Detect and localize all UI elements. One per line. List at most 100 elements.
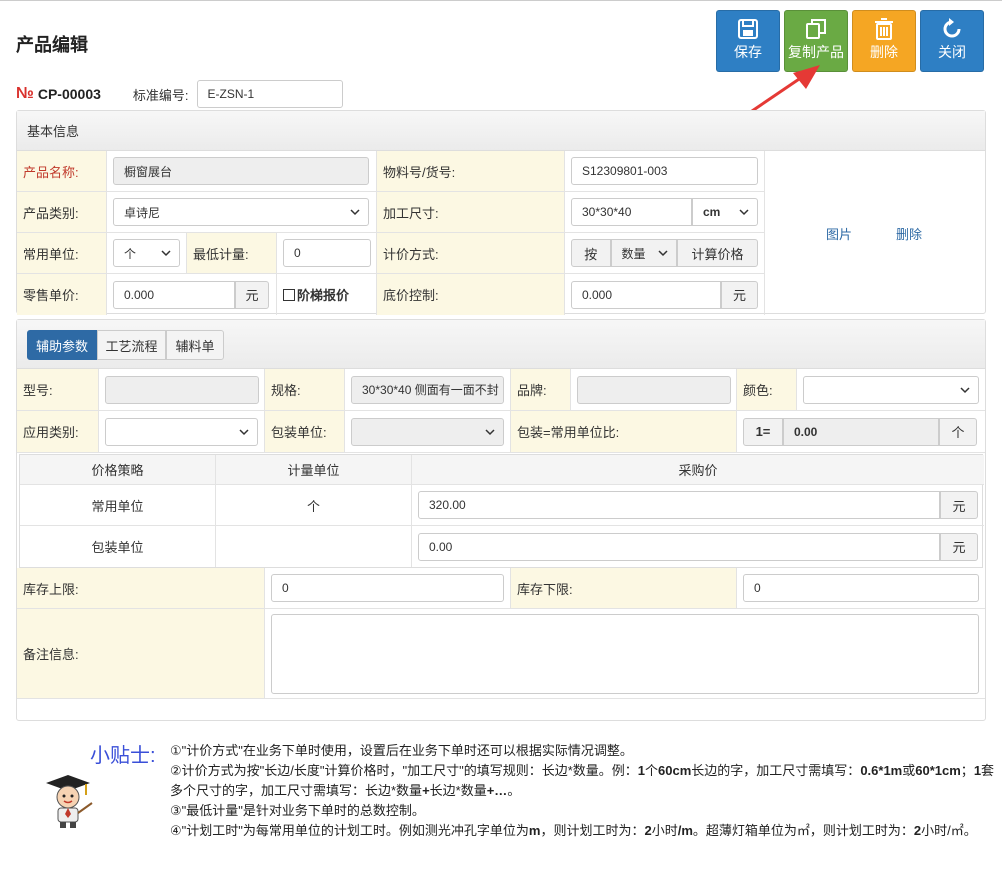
tip-text: 60cm: [658, 763, 692, 778]
refresh-icon: [943, 18, 961, 38]
tip-text: +…: [486, 783, 508, 798]
model-label: 型号:: [23, 383, 53, 398]
app-category-label: 应用类别:: [23, 425, 79, 440]
table-row-unit: 个: [216, 485, 412, 526]
save-label: 保存: [734, 44, 762, 60]
image-link[interactable]: 图片: [826, 224, 852, 243]
trash-icon: [875, 18, 893, 40]
color-select[interactable]: [803, 375, 979, 404]
ladder-label: 阶梯报价: [297, 288, 350, 303]
basic-info-panel: 基本信息 产品名称: 橱窗展台 物料号/货号: 产品类别: 卓诗尼 加工尺寸: …: [16, 110, 986, 315]
pack-ratio-prefix: 1=: [743, 417, 783, 446]
tip-text: ；: [960, 763, 974, 778]
retail-price-input[interactable]: [113, 280, 235, 309]
tip-text: 。超薄灯箱单位为㎡，则计划工时为：: [692, 823, 914, 838]
chevron-down-icon: [658, 250, 668, 257]
material-label: 物料号/货号:: [383, 164, 456, 180]
size-input[interactable]: [571, 198, 692, 226]
unit-select[interactable]: 个: [113, 239, 180, 267]
ladder-quote-checkbox-row[interactable]: 阶梯报价: [277, 274, 377, 315]
tab-bar: 辅助参数 工艺流程 辅料单: [17, 320, 985, 369]
price-table-header-unit: 计量单位: [216, 455, 412, 485]
price-table-header-price: 采购价: [412, 455, 984, 485]
spec-field[interactable]: 30*30*40 侧面有一面不封: [351, 375, 504, 404]
brand-label: 品牌:: [517, 383, 547, 398]
aux-panel: 辅助参数 工艺流程 辅料单 型号: 规格: 30*30*40 侧面有一面不封 品…: [16, 319, 986, 721]
product-number-row: № CP-00003 标准编号:: [16, 79, 343, 109]
teacher-mascot-icon: [46, 775, 93, 828]
stock-lower-label: 库存下限:: [517, 581, 573, 597]
tab-process[interactable]: 工艺流程: [97, 330, 166, 360]
pack-purchase-price-input[interactable]: [418, 532, 940, 561]
size-label: 加工尺寸:: [383, 205, 439, 221]
category-label: 产品类别:: [23, 205, 79, 221]
chevron-down-icon: [350, 209, 360, 216]
floor-price-input[interactable]: [571, 280, 721, 309]
retail-label: 零售单价:: [23, 288, 79, 303]
purchase-price-input[interactable]: [418, 491, 940, 519]
tips-title: 小贴士:: [90, 745, 156, 767]
purchase-currency: 元: [940, 491, 978, 519]
pricing-label: 计价方式:: [383, 246, 439, 262]
tip-text: 2: [644, 823, 652, 838]
page-title: 产品编辑: [16, 35, 88, 55]
close-label: 关闭: [938, 44, 966, 60]
product-number: CP-00003: [37, 86, 101, 102]
delete-button[interactable]: 删除: [852, 10, 916, 72]
product-name-label: 产品名称:: [23, 164, 79, 180]
tip-text: 1: [637, 763, 646, 778]
table-row-strategy: 常用单位: [20, 485, 216, 526]
delete-image-link[interactable]: 删除: [896, 224, 922, 243]
pack-unit-select[interactable]: [351, 417, 504, 446]
table-row-unit: [216, 526, 412, 567]
tip-line-4: ④"计划工时"为每常用单位的计划工时。例如测光冲孔字单位为m，则计划工时为：2小…: [170, 821, 995, 841]
calc-price-button[interactable]: 计算价格: [676, 239, 758, 267]
category-select[interactable]: 卓诗尼: [113, 198, 369, 226]
tip-text: 小时: [651, 823, 678, 838]
tip-line-1: ①"计价方式"在业务下单时使用，设置后在业务下单时还可以根据实际情况调整。: [170, 743, 633, 758]
table-row-strategy: 包装单位: [20, 526, 216, 567]
size-unit-value: cm: [703, 205, 721, 219]
pack-ratio-field[interactable]: 0.00: [783, 417, 939, 446]
pricing-mode-select[interactable]: 数量: [610, 239, 677, 267]
size-unit-select[interactable]: cm: [692, 198, 758, 226]
chevron-down-icon: [960, 386, 970, 393]
pricing-mode-value: 数量: [621, 246, 646, 261]
price-table: 价格策略 计量单位 采购价 常用单位 个 元 包装单位 元: [19, 454, 984, 568]
brand-input[interactable]: [577, 375, 731, 404]
std-number-label: 标准编号:: [132, 87, 189, 103]
price-table-header-strategy: 价格策略: [20, 455, 216, 485]
tip-text: 小时/㎡。: [921, 823, 977, 838]
tip-line-2: ②计价方式为按"长边/长度"计算价格时，"加工尺寸"的填写规则：长边*数量。例：…: [170, 761, 995, 801]
tip-line-3: ③"最低计量"是针对业务下单时的总数控制。: [170, 803, 425, 818]
floor-label: 底价控制:: [383, 288, 439, 303]
min-qty-label: 最低计量:: [193, 246, 249, 262]
min-qty-input[interactable]: [283, 239, 371, 267]
app-category-select[interactable]: [105, 417, 258, 446]
product-name-field[interactable]: 橱窗展台: [113, 157, 369, 185]
close-button[interactable]: 关闭: [920, 10, 984, 72]
model-input[interactable]: [105, 375, 259, 404]
unit-value: 个: [124, 246, 137, 261]
spec-label: 规格:: [271, 383, 301, 398]
tab-aux-params[interactable]: 辅助参数: [27, 330, 97, 360]
remark-textarea[interactable]: [271, 613, 979, 694]
tip-text: 个: [645, 763, 659, 778]
stock-upper-input[interactable]: [271, 574, 504, 602]
pack-purchase-currency: 元: [940, 532, 978, 561]
tips-content: ①"计价方式"在业务下单时使用，设置后在业务下单时还可以根据实际情况调整。 ②计…: [170, 741, 995, 841]
color-label: 颜色:: [743, 383, 773, 398]
tip-text: +: [422, 783, 430, 798]
number-symbol: №: [16, 85, 34, 102]
chevron-down-icon: [739, 209, 749, 216]
ladder-checkbox[interactable]: [283, 288, 295, 301]
tip-text: ②计价方式为按"长边/长度"计算价格时，"加工尺寸"的填写规则：长边*数量。例：: [170, 763, 638, 778]
tab-material-list[interactable]: 辅料单: [166, 330, 224, 360]
stock-lower-input[interactable]: [743, 574, 979, 602]
stock-upper-label: 库存上限:: [23, 581, 79, 597]
std-number-input[interactable]: [196, 80, 343, 108]
tip-text: m: [528, 823, 541, 838]
retail-currency: 元: [235, 280, 269, 309]
material-input[interactable]: [571, 157, 758, 185]
tip-text: 或: [902, 763, 916, 778]
